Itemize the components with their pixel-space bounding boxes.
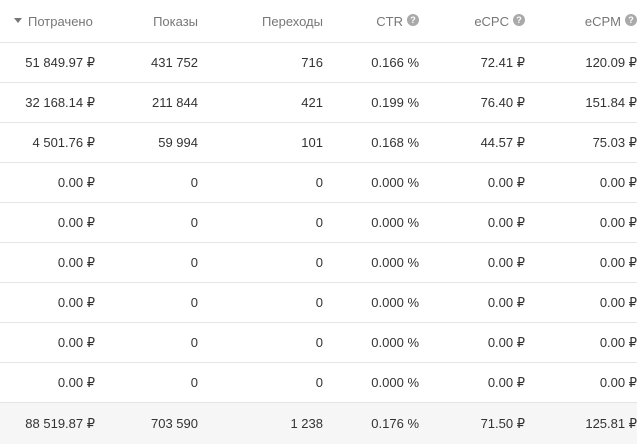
cell-spent: 0.00 ₽: [57, 214, 95, 230]
table-row: 0.00 ₽ 0 0 0.000 % 0.00 ₽ 0.00 ₽: [0, 323, 637, 363]
column-header-label: Потрачено: [28, 14, 93, 30]
cell-ctr: 0.000 %: [371, 335, 419, 350]
cell-ctr: 0.199 %: [371, 95, 419, 110]
column-header-label: CTR: [376, 14, 403, 30]
cell-ecpm: 120.09 ₽: [585, 54, 637, 70]
cell-impressions: 431 752: [151, 55, 198, 70]
table-row: 0.00 ₽ 0 0 0.000 % 0.00 ₽ 0.00 ₽: [0, 203, 637, 243]
column-header-label: eCPM: [584, 14, 621, 30]
cell-impressions: 0: [190, 295, 198, 310]
help-circle-icon[interactable]: ?: [407, 13, 419, 26]
cell-ecpc: 0.00 ₽: [487, 374, 525, 390]
cell-ctr: 0.000 %: [371, 175, 419, 190]
cell-ecpc: 72.41 ₽: [480, 54, 525, 70]
cell-spent: 32 168.14 ₽: [25, 94, 95, 110]
cell-ecpc: 0.00 ₽: [487, 214, 525, 230]
cell-ecpm: 75.03 ₽: [592, 134, 637, 150]
cell-clicks: 421: [301, 95, 323, 110]
column-header-impressions[interactable]: Показы: [95, 13, 198, 29]
help-circle-icon[interactable]: ?: [625, 13, 637, 26]
cell-ctr: 0.000 %: [371, 215, 419, 230]
table-row: 0.00 ₽ 0 0 0.000 % 0.00 ₽ 0.00 ₽: [0, 283, 637, 323]
table-row: 4 501.76 ₽ 59 994 101 0.168 % 44.57 ₽ 75…: [0, 123, 637, 163]
total-clicks: 1 238: [290, 416, 323, 431]
table-row: 0.00 ₽ 0 0 0.000 % 0.00 ₽ 0.00 ₽: [0, 243, 637, 283]
table-row: 51 849.97 ₽ 431 752 716 0.166 % 72.41 ₽ …: [0, 43, 637, 83]
cell-impressions: 0: [190, 335, 198, 350]
cell-spent: 0.00 ₽: [57, 254, 95, 270]
table-total-row: 88 519.87 ₽ 703 590 1 238 0.176 % 71.50 …: [0, 403, 637, 444]
cell-ctr: 0.000 %: [371, 255, 419, 270]
table-row: 32 168.14 ₽ 211 844 421 0.199 % 76.40 ₽ …: [0, 83, 637, 123]
cell-spent: 0.00 ₽: [57, 294, 95, 310]
cell-ecpc: 0.00 ₽: [487, 174, 525, 190]
total-ecpc: 71.50 ₽: [480, 415, 525, 431]
column-header-spent[interactable]: Потрачено: [0, 13, 95, 29]
cell-impressions: 0: [190, 375, 198, 390]
cell-ecpm: 0.00 ₽: [599, 214, 637, 230]
column-header-label: eCPC: [474, 14, 509, 30]
total-impressions: 703 590: [151, 416, 198, 431]
stats-table: Потрачено Показы Переходы CTR? eCPC? eCP…: [0, 0, 637, 444]
cell-clicks: 0: [315, 335, 323, 350]
cell-ecpc: 0.00 ₽: [487, 334, 525, 350]
cell-ctr: 0.000 %: [371, 295, 419, 310]
cell-ecpm: 0.00 ₽: [599, 174, 637, 190]
cell-spent: 51 849.97 ₽: [25, 54, 95, 70]
cell-ecpm: 0.00 ₽: [599, 334, 637, 350]
column-header-ctr[interactable]: CTR?: [323, 13, 419, 29]
cell-spent: 0.00 ₽: [57, 334, 95, 350]
cell-clicks: 0: [315, 255, 323, 270]
cell-clicks: 0: [315, 215, 323, 230]
cell-spent: 0.00 ₽: [57, 374, 95, 390]
sort-descending-icon: [14, 18, 22, 24]
cell-ecpc: 0.00 ₽: [487, 254, 525, 270]
cell-impressions: 0: [190, 175, 198, 190]
cell-ecpm: 0.00 ₽: [599, 254, 637, 270]
column-header-clicks[interactable]: Переходы: [198, 13, 323, 29]
cell-clicks: 101: [301, 135, 323, 150]
total-ctr: 0.176 %: [371, 416, 419, 431]
cell-impressions: 211 844: [151, 95, 198, 110]
cell-ecpc: 44.57 ₽: [480, 134, 525, 150]
column-header-ecpc[interactable]: eCPC?: [419, 13, 525, 29]
cell-ecpc: 76.40 ₽: [480, 94, 525, 110]
cell-ctr: 0.000 %: [371, 375, 419, 390]
table-row: 0.00 ₽ 0 0 0.000 % 0.00 ₽ 0.00 ₽: [0, 363, 637, 403]
column-header-ecpm[interactable]: eCPM?: [525, 13, 637, 29]
cell-impressions: 0: [190, 215, 198, 230]
total-ecpm: 125.81 ₽: [585, 415, 637, 431]
cell-ecpc: 0.00 ₽: [487, 294, 525, 310]
cell-ecpm: 0.00 ₽: [599, 294, 637, 310]
cell-spent: 0.00 ₽: [57, 174, 95, 190]
cell-ctr: 0.166 %: [371, 55, 419, 70]
cell-ecpm: 0.00 ₽: [599, 374, 637, 390]
cell-clicks: 716: [301, 55, 323, 70]
cell-impressions: 0: [190, 255, 198, 270]
cell-ecpm: 151.84 ₽: [585, 94, 637, 110]
help-circle-icon[interactable]: ?: [513, 13, 525, 26]
cell-clicks: 0: [315, 295, 323, 310]
column-header-label: Показы: [153, 14, 198, 30]
table-header: Потрачено Показы Переходы CTR? eCPC? eCP…: [0, 0, 637, 43]
table-row: 0.00 ₽ 0 0 0.000 % 0.00 ₽ 0.00 ₽: [0, 163, 637, 203]
total-spent: 88 519.87 ₽: [25, 415, 95, 431]
cell-clicks: 0: [315, 175, 323, 190]
column-header-label: Переходы: [262, 14, 323, 30]
cell-ctr: 0.168 %: [371, 135, 419, 150]
cell-clicks: 0: [315, 375, 323, 390]
cell-impressions: 59 994: [158, 135, 198, 150]
cell-spent: 4 501.76 ₽: [32, 134, 96, 150]
